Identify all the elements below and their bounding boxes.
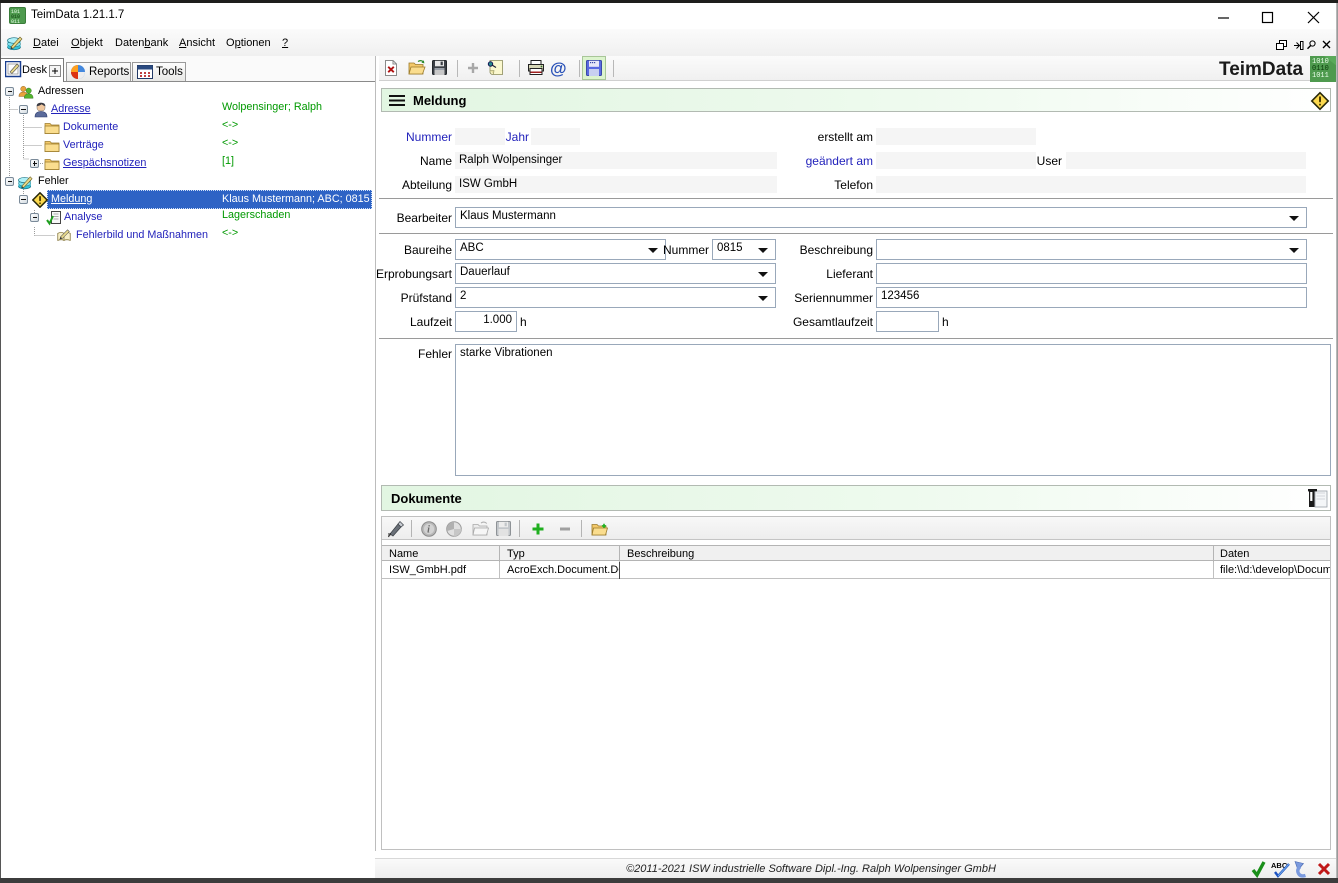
svg-text:1011: 1011: [1312, 72, 1329, 80]
svg-text:i: i: [427, 525, 430, 536]
svg-text:@: @: [550, 59, 567, 78]
svg-text:011: 011: [11, 19, 20, 24]
